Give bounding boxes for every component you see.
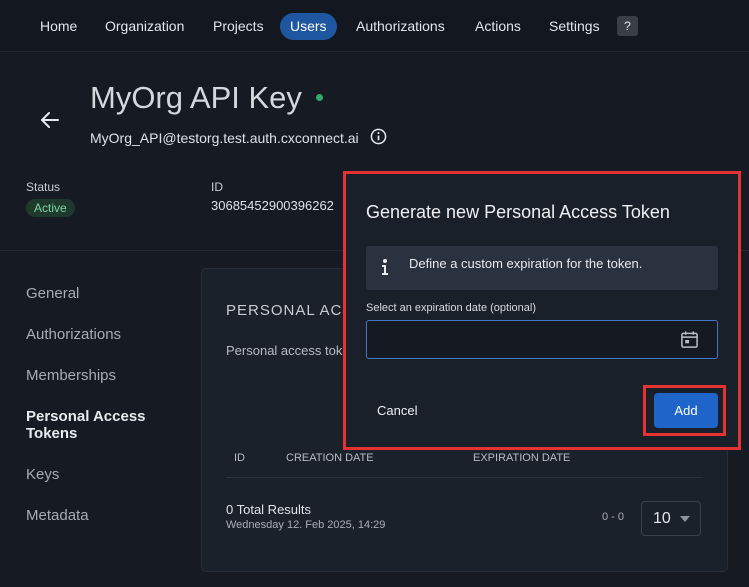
nav-home[interactable]: Home (30, 13, 87, 40)
page-size-value: 10 (653, 510, 671, 527)
top-nav: Home Organization Projects Users Authori… (0, 0, 749, 52)
sidebar-item-memberships[interactable]: Memberships (26, 367, 116, 384)
nav-projects[interactable]: Projects (203, 13, 274, 40)
column-header-expiration-date[interactable]: EXPIRATION DATE (473, 452, 570, 464)
nav-actions[interactable]: Actions (465, 13, 531, 40)
sidebar-item-general[interactable]: General (26, 285, 79, 302)
sidebar-item-personal-access-tokens[interactable]: Personal Access Tokens (26, 408, 166, 442)
status-label: Status (26, 180, 61, 194)
id-value: 30685452900396262 (211, 198, 334, 213)
sidebar-item-authorizations[interactable]: Authorizations (26, 326, 121, 343)
card-title: PERSONAL ACCESS TOKENS (226, 302, 344, 319)
pagination-range: 0 - 0 (602, 511, 625, 523)
sidebar-item-metadata[interactable]: Metadata (26, 507, 89, 524)
user-email: MyOrg_API@testorg.test.auth.cxconnect.ai (90, 130, 359, 146)
back-arrow-icon[interactable] (38, 108, 62, 132)
status-badge: Active (26, 199, 75, 217)
info-notice: Define a custom expiration for the token… (366, 246, 718, 290)
nav-users[interactable]: Users (280, 13, 337, 40)
sidebar-item-keys[interactable]: Keys (26, 466, 59, 483)
card-description: Personal access tokens (226, 343, 344, 358)
add-button[interactable]: Add (654, 393, 718, 428)
timestamp: Wednesday 12. Feb 2025, 14:29 (226, 519, 386, 531)
nav-authorizations[interactable]: Authorizations (346, 13, 455, 40)
chevron-down-icon (680, 516, 690, 522)
page-size-select[interactable]: 10 (641, 501, 701, 536)
help-button[interactable]: ? (617, 16, 638, 36)
calendar-icon[interactable] (680, 330, 699, 349)
cancel-button[interactable]: Cancel (366, 397, 428, 425)
info-i-icon (382, 259, 388, 275)
column-header-creation-date[interactable]: CREATION DATE (286, 452, 374, 464)
expiration-date-label: Select an expiration date (optional) (366, 302, 536, 314)
column-header-id[interactable]: ID (234, 452, 245, 464)
id-label: ID (211, 180, 223, 194)
expiration-date-input[interactable] (366, 320, 718, 359)
status-dot-icon (316, 94, 323, 101)
nav-organization[interactable]: Organization (95, 13, 194, 40)
page-title: MyOrg API Key (90, 80, 302, 115)
info-icon[interactable] (370, 128, 387, 145)
nav-settings[interactable]: Settings (539, 13, 610, 40)
table-divider (226, 477, 703, 478)
notice-text: Define a custom expiration for the token… (409, 256, 643, 271)
total-results: 0 Total Results (226, 502, 312, 517)
modal-title: Generate new Personal Access Token (366, 202, 670, 222)
